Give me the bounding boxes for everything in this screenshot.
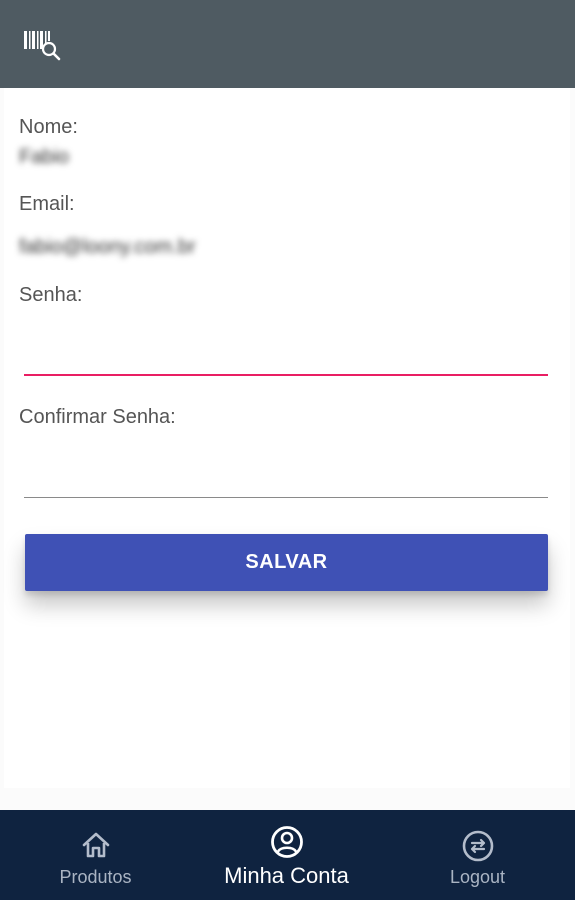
app-bar	[0, 0, 575, 88]
nav-item-produtos[interactable]: Produtos	[0, 810, 191, 900]
save-button[interactable]: SALVAR	[25, 534, 548, 591]
nome-label: Nome:	[19, 116, 78, 138]
senha-underline-focused	[24, 374, 548, 376]
senha-input[interactable]	[24, 324, 548, 374]
nav-item-minha-conta[interactable]: Minha Conta	[191, 810, 382, 900]
account-circle-icon	[270, 826, 303, 858]
senha-field[interactable]	[24, 324, 548, 374]
swap-arrows-icon	[462, 830, 493, 862]
nav-label-produtos: Produtos	[59, 867, 132, 887]
barcode-search-icon	[24, 31, 61, 61]
email-value: fabio@loony.com.br	[19, 236, 196, 258]
content-area: Nome: Fabio Email: fabio@loony.com.br Se…	[0, 88, 575, 810]
senha-label: Senha:	[19, 284, 83, 306]
barcode-scanner-button[interactable]	[22, 28, 62, 62]
confirmar-senha-input[interactable]	[24, 446, 548, 496]
account-form: Nome: Fabio Email: fabio@loony.com.br Se…	[4, 88, 570, 788]
nome-value: Fabio	[19, 146, 70, 168]
confirmar-senha-label: Confirmar Senha:	[19, 406, 176, 428]
email-label: Email:	[19, 193, 75, 215]
nav-label-logout: Logout	[449, 867, 506, 887]
nav-label-minha-conta: Minha Conta	[224, 863, 349, 888]
confirmar-senha-underline	[24, 497, 548, 498]
home-icon	[82, 832, 109, 858]
nav-item-logout[interactable]: Logout	[382, 810, 573, 900]
bottom-navigation: Produtos Minha Conta Logout	[0, 810, 575, 900]
confirmar-senha-field[interactable]	[24, 446, 548, 496]
